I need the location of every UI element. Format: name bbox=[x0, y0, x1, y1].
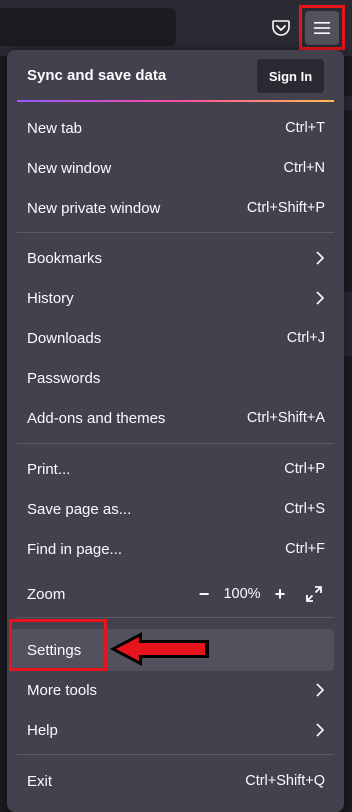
chevron-right-icon bbox=[316, 723, 325, 737]
menu-item-addons-and-themes[interactable]: Add-ons and themes Ctrl+Shift+A bbox=[7, 399, 344, 437]
settings-highlight-box bbox=[9, 619, 107, 671]
menu-item-label: Exit bbox=[27, 772, 53, 790]
menu-item-label: Save page as... bbox=[27, 500, 132, 518]
red-arrow-left-annotation bbox=[110, 632, 209, 666]
menu-item-shortcut: Ctrl+Shift+Q bbox=[245, 773, 325, 789]
sign-in-button[interactable]: Sign In bbox=[257, 59, 324, 93]
menu-item-new-window[interactable]: New window Ctrl+N bbox=[7, 149, 344, 187]
menu-item-shortcut: Ctrl+Shift+A bbox=[246, 410, 325, 426]
menu-separator bbox=[17, 232, 334, 233]
sync-title: Sync and save data bbox=[27, 67, 167, 84]
chevron-right-icon bbox=[316, 251, 325, 265]
fullscreen-button[interactable] bbox=[303, 583, 325, 605]
pocket-icon bbox=[272, 19, 290, 36]
menu-item-passwords[interactable]: Passwords bbox=[7, 359, 344, 397]
menu-item-label: Add-ons and themes bbox=[27, 409, 166, 427]
menu-item-help[interactable]: Help bbox=[7, 711, 344, 749]
hamburger-menu-icon bbox=[314, 21, 330, 34]
menu-item-label: Downloads bbox=[27, 329, 102, 347]
pocket-button[interactable] bbox=[266, 13, 296, 43]
menu-item-label: New tab bbox=[27, 119, 83, 137]
menu-separator bbox=[17, 617, 334, 618]
menu-item-zoom: Zoom − 100% + bbox=[7, 575, 344, 613]
sync-section: Sync and save data Sign In bbox=[7, 50, 344, 102]
menu-item-downloads[interactable]: Downloads Ctrl+J bbox=[7, 319, 344, 357]
menu-item-new-private-window[interactable]: New private window Ctrl+Shift+P bbox=[7, 189, 344, 227]
menu-item-shortcut: Ctrl+T bbox=[285, 120, 325, 136]
menu-item-exit[interactable]: Exit Ctrl+Shift+Q bbox=[7, 762, 344, 800]
zoom-controls: − 100% + bbox=[193, 583, 325, 605]
menu-item-label: New window bbox=[27, 159, 112, 177]
menu-item-print[interactable]: Print... Ctrl+P bbox=[7, 450, 344, 488]
chevron-right-icon bbox=[316, 291, 325, 305]
menu-separator bbox=[17, 443, 334, 444]
url-bar[interactable] bbox=[0, 8, 176, 46]
app-menu-panel: Sync and save data Sign In New tab Ctrl+… bbox=[7, 50, 344, 812]
menu-item-label: More tools bbox=[27, 681, 98, 699]
zoom-reset-button[interactable]: 100% bbox=[215, 586, 269, 602]
menu-item-bookmarks[interactable]: Bookmarks bbox=[7, 239, 344, 277]
menu-item-save-page-as[interactable]: Save page as... Ctrl+S bbox=[7, 490, 344, 528]
menu-item-shortcut: Ctrl+F bbox=[285, 541, 325, 557]
menu-item-new-tab[interactable]: New tab Ctrl+T bbox=[7, 109, 344, 147]
zoom-out-button[interactable]: − bbox=[193, 583, 215, 605]
menu-separator bbox=[17, 754, 334, 755]
menu-item-shortcut: Ctrl+N bbox=[283, 160, 326, 176]
zoom-in-button[interactable]: + bbox=[269, 583, 291, 605]
sync-divider bbox=[17, 100, 334, 102]
menu-item-history[interactable]: History bbox=[7, 279, 344, 317]
chevron-right-icon bbox=[316, 683, 325, 697]
app-menu-button[interactable] bbox=[299, 5, 345, 50]
menu-item-label: New private window bbox=[27, 199, 161, 217]
browser-toolbar bbox=[0, 0, 352, 56]
menu-item-label: Find in page... bbox=[27, 540, 123, 558]
menu-item-label: Help bbox=[27, 721, 58, 739]
menu-item-label: Bookmarks bbox=[27, 249, 103, 267]
menu-item-label: Print... bbox=[27, 460, 71, 478]
menu-item-shortcut: Ctrl+S bbox=[284, 501, 325, 517]
menu-item-shortcut: Ctrl+P bbox=[284, 461, 325, 477]
menu-item-more-tools[interactable]: More tools bbox=[7, 671, 344, 709]
menu-item-find-in-page[interactable]: Find in page... Ctrl+F bbox=[7, 530, 344, 568]
menu-item-shortcut: Ctrl+J bbox=[286, 330, 325, 346]
menu-item-shortcut: Ctrl+Shift+P bbox=[246, 200, 325, 216]
fullscreen-icon bbox=[306, 586, 322, 602]
menu-item-label: Passwords bbox=[27, 369, 101, 387]
menu-item-label: History bbox=[27, 289, 74, 307]
zoom-label: Zoom bbox=[27, 585, 66, 603]
